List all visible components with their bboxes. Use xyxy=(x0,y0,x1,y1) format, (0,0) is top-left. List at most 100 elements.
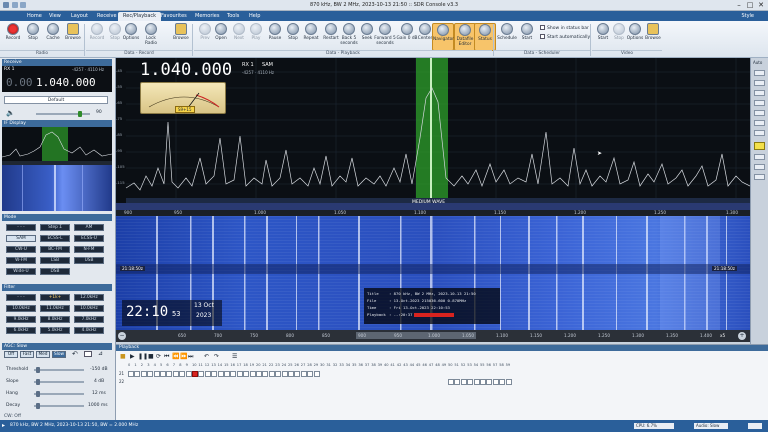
right-tool-button[interactable] xyxy=(754,100,765,106)
list-icon[interactable]: ☰ xyxy=(232,353,237,360)
schedule-button[interactable]: Schedule xyxy=(496,23,518,51)
filter-none[interactable]: - - - xyxy=(6,294,36,301)
right-tool-button[interactable] xyxy=(754,154,765,160)
main-frequency[interactable]: 1.040.000 xyxy=(140,60,232,80)
filter-11k[interactable]: 11.0kHz xyxy=(40,305,70,312)
auto-label[interactable]: Auto xyxy=(753,60,762,65)
minute-cell[interactable] xyxy=(134,371,141,377)
zoom-out-icon[interactable]: − xyxy=(118,332,126,340)
mode-ecss-u[interactable]: ECSS-U xyxy=(74,235,104,242)
decay-knob[interactable] xyxy=(36,403,40,409)
speaker-icon[interactable]: 🔈 xyxy=(6,109,15,117)
menu-favourites[interactable]: Favourites xyxy=(156,12,192,21)
minute-cell[interactable] xyxy=(230,371,237,377)
hang-knob[interactable] xyxy=(36,391,40,397)
mode-usb[interactable]: USB xyxy=(74,257,104,264)
right-tool-button[interactable] xyxy=(754,90,765,96)
repeat-icon[interactable]: ⟳ xyxy=(156,353,161,360)
minute-cell[interactable] xyxy=(448,379,454,385)
options-button[interactable]: Options xyxy=(120,23,142,51)
minute-cell[interactable] xyxy=(300,371,307,377)
navigator-button[interactable]: Navigator xyxy=(432,23,454,51)
minimize-icon[interactable]: – xyxy=(734,1,744,9)
zoom-in-icon[interactable]: + xyxy=(738,332,746,340)
minute-cell[interactable] xyxy=(492,379,499,385)
menu-view[interactable]: View xyxy=(44,12,66,21)
skip-back-icon[interactable]: ⏮ xyxy=(164,353,169,361)
minute-cell[interactable] xyxy=(499,379,506,385)
redo-icon[interactable]: ↷ xyxy=(214,353,219,360)
menu-rec-playback[interactable]: Rec/Playback xyxy=(118,12,162,21)
minute-cell[interactable] xyxy=(172,371,179,377)
filter-8k[interactable]: 8.0kHz xyxy=(40,316,70,323)
right-tool-button[interactable] xyxy=(754,120,765,126)
agc-slow[interactable]: Slow xyxy=(52,351,66,358)
minute-cell[interactable] xyxy=(307,371,314,377)
start-automatically-checkbox[interactable]: Start automatically xyxy=(540,34,590,40)
minute-cell[interactable] xyxy=(192,371,198,377)
minute-cell[interactable] xyxy=(505,379,512,385)
mode-step[interactable]: Step Σ xyxy=(40,224,70,231)
minute-cell[interactable] xyxy=(204,371,211,377)
minute-cell[interactable] xyxy=(313,371,320,377)
mode-am[interactable]: AM xyxy=(74,224,104,231)
right-tool-button[interactable] xyxy=(754,130,765,136)
rewind-icon[interactable]: ⏪ xyxy=(172,353,179,360)
skip-forward-icon[interactable]: ⏭ xyxy=(188,353,193,361)
mode-lsb[interactable]: LSB xyxy=(40,257,70,264)
filter-5k[interactable]: 5.0kHz xyxy=(40,327,70,334)
mode-n-fm[interactable]: N-FM xyxy=(74,246,104,253)
forward-5s-button[interactable]: Forward 5 seconds xyxy=(374,23,396,51)
mode-sam[interactable]: SAM xyxy=(6,235,36,242)
minute-cell[interactable] xyxy=(179,371,186,377)
play-icon[interactable]: ▶ xyxy=(130,353,135,360)
filter-4k[interactable]: 4.0kHz xyxy=(74,327,104,334)
right-tool-button[interactable] xyxy=(754,110,765,116)
agc-settings-icon[interactable] xyxy=(84,351,92,357)
folder-icon[interactable]: ■ xyxy=(120,353,126,360)
minute-cell[interactable] xyxy=(140,371,147,377)
waterfall[interactable]: 21:18:50z 21:18:50z 22:10 53 13 Oct 2023… xyxy=(116,216,750,330)
repeat-button[interactable]: Repeat xyxy=(300,23,322,51)
filter-10k[interactable]: 10.0kHz xyxy=(6,305,36,312)
minute-cell[interactable] xyxy=(486,379,493,385)
menu-tools[interactable]: Tools xyxy=(222,12,244,21)
minute-cell[interactable] xyxy=(473,379,480,385)
minute-cell[interactable] xyxy=(281,371,288,377)
right-tool-button[interactable] xyxy=(754,70,765,76)
fast-forward-icon[interactable]: ⏩ xyxy=(180,353,187,360)
mode-ecss-l[interactable]: ECSS-L xyxy=(40,235,70,242)
minute-cell[interactable] xyxy=(147,371,154,377)
record-button[interactable]: Record xyxy=(2,23,24,51)
minute-cell[interactable] xyxy=(480,379,486,385)
filter-current[interactable]: +1k+ xyxy=(40,294,70,301)
slope-knob[interactable] xyxy=(36,379,40,385)
minute-cell[interactable] xyxy=(268,371,275,377)
undo-icon[interactable]: ↶ xyxy=(72,350,78,358)
video-browse-button[interactable]: Browse xyxy=(642,23,664,51)
minute-cell[interactable] xyxy=(262,371,269,377)
mode-none[interactable]: - - - xyxy=(6,224,36,231)
menu-help[interactable]: Help xyxy=(244,12,265,21)
volume-knob[interactable] xyxy=(78,111,82,117)
right-tool-button[interactable] xyxy=(754,164,765,170)
maximize-icon[interactable]: □ xyxy=(745,1,755,9)
minute-cell[interactable] xyxy=(166,371,173,377)
minute-cell[interactable] xyxy=(249,371,256,377)
mode-w-fm[interactable]: W-FM xyxy=(6,257,36,264)
minute-cell[interactable] xyxy=(288,371,294,377)
stop-button[interactable]: Stop xyxy=(22,23,44,51)
show-in-status-bar-checkbox[interactable]: Show in status bar xyxy=(540,25,589,31)
filter-12k[interactable]: 12.0kHz xyxy=(74,294,104,301)
minute-cell[interactable] xyxy=(224,371,230,377)
bandwidth-scale[interactable]: − 650 700 750 800 850 900 950 1.000 1.05… xyxy=(116,330,750,342)
minute-cell[interactable] xyxy=(211,371,218,377)
agc-med[interactable]: Med xyxy=(36,351,50,358)
decay-slider[interactable] xyxy=(34,405,84,407)
menu-layout[interactable]: Layout xyxy=(66,12,93,21)
minute-cell[interactable] xyxy=(198,371,205,377)
profile-select[interactable]: Default xyxy=(4,96,108,104)
frequency-readout[interactable]: 1.040.000 xyxy=(36,76,96,89)
minute-cell[interactable] xyxy=(460,379,467,385)
filter-9k[interactable]: 9.0kHz xyxy=(6,316,36,323)
